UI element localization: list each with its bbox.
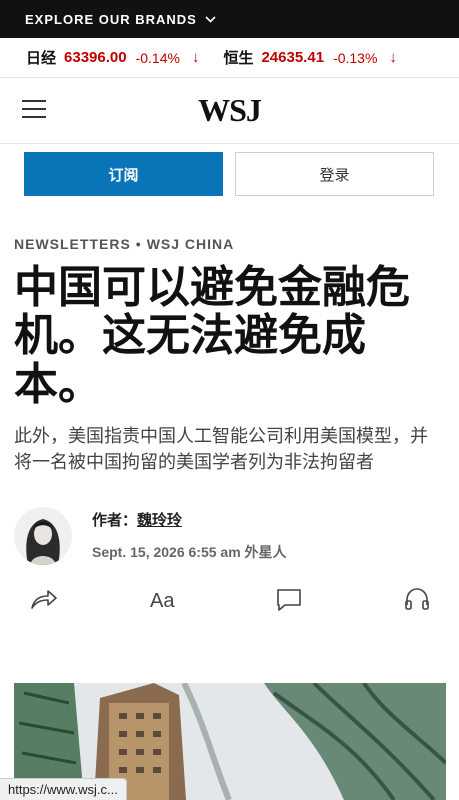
article-dek: 此外，美国指责中国人工智能公司利用美国模型，并将一名被中国拘留的美国学者列为非法… [14, 426, 428, 473]
ticker-name: 日经 [26, 50, 57, 67]
article-headline: 中国可以避免金融危机。这无法避免成本。 [14, 262, 410, 410]
login-button[interactable]: 登录 [235, 152, 434, 196]
chevron-down-icon [205, 15, 216, 26]
ticker-value: 24635.41 [261, 49, 325, 66]
arrow-down-icon: ↓ [389, 49, 397, 66]
menu-icon[interactable] [22, 100, 46, 120]
author-link[interactable]: 魏玲玲 [137, 512, 182, 529]
share-icon[interactable] [30, 587, 58, 616]
author-prefix: 作者： [92, 512, 138, 530]
text-size-icon[interactable]: Aa [150, 587, 182, 616]
explore-brands-bar[interactable]: EXPLORE OUR BRANDS [0, 0, 459, 38]
article-section: NEWSLETTERS • WSJ CHINA [14, 236, 459, 252]
section-link[interactable]: NEWSLETTERS [14, 236, 131, 252]
ticker-item-hangseng[interactable]: 恒生 24635.41 -0.13% ↓ [223, 47, 396, 68]
arrow-down-icon: ↓ [191, 49, 200, 66]
status-bar-url: https://www.wsj.c... [0, 778, 127, 800]
headphones-icon[interactable] [404, 587, 430, 616]
ticker-item-nikkei[interactable]: 日经 63396.00 -0.14% ↓ [26, 47, 199, 68]
svg-text:Aa: Aa [150, 590, 175, 611]
site-header: WSJ [0, 78, 459, 144]
ticker-change: -0.14% [135, 49, 180, 66]
byline: 作者：魏玲玲 Sept. 15, 2026 6:55 am 外星人 [14, 507, 459, 566]
article-tools: Aa [0, 579, 459, 631]
market-ticker: 日经 63396.00 -0.14% ↓ 恒生 24635.41 -0.13% … [0, 38, 459, 78]
section-separator: • [135, 236, 142, 252]
explore-brands-label: EXPLORE OUR BRANDS [25, 11, 197, 27]
ticker-value: 63396.00 [64, 49, 127, 66]
ticker-change: -0.13% [333, 49, 378, 66]
publish-date: Sept. 15, 2026 6:55 am 外星人 [92, 544, 287, 561]
comment-icon[interactable] [276, 587, 302, 618]
author-line: 作者：魏玲玲 [92, 509, 287, 530]
wsj-logo[interactable]: WSJ [198, 92, 262, 129]
subsection-link[interactable]: WSJ CHINA [147, 236, 235, 252]
author-avatar[interactable] [14, 507, 72, 566]
auth-buttons: 订阅 登录 [0, 152, 459, 196]
ticker-name: 恒生 [223, 50, 254, 67]
subscribe-button[interactable]: 订阅 [24, 152, 223, 196]
